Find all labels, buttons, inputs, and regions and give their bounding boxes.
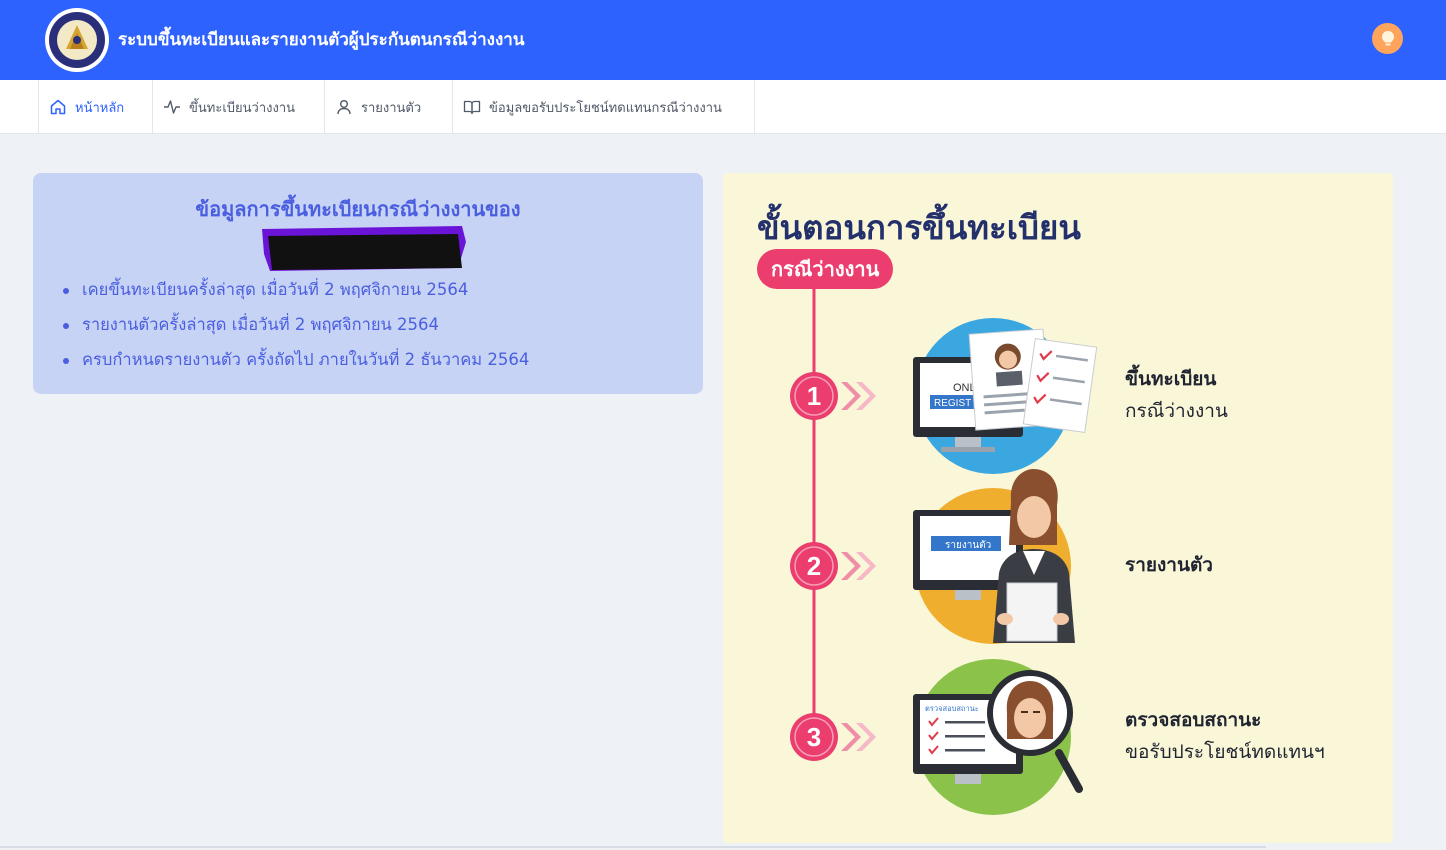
step-2-label: รายงานตัว (1125, 549, 1213, 581)
tab-report[interactable]: รายงานตัว (324, 80, 453, 134)
tab-benefit-info[interactable]: ข้อมูลขอรับประโยชน์ทดแทนกรณีว่างงาน (452, 80, 755, 134)
step-2-number: 2 (807, 551, 821, 581)
step-2-illustration: รายงานตัว (913, 469, 1075, 644)
step-3-subtitle: ขอรับประโยชน์ทดแทนฯ (1125, 741, 1325, 763)
step-3-number: 3 (807, 722, 821, 752)
step-1-marker: 1 (790, 372, 876, 420)
home-icon (50, 99, 66, 115)
svg-text:ตรวจสอบสถานะ: ตรวจสอบสถานะ (925, 704, 979, 713)
page-bottom-divider (0, 846, 1266, 848)
step-3-label: ตรวจสอบสถานะ ขอรับประโยชน์ทดแทนฯ (1125, 704, 1325, 768)
tab-report-label: รายงานตัว (361, 100, 422, 116)
user-icon (337, 100, 351, 115)
main-nav: หน้าหลัก ขึ้นทะเบียนว่างงาน รายงานตัว ข้… (0, 80, 1446, 134)
step-2-title: รายงานตัว (1125, 554, 1213, 576)
step-1-illustration: ONL REGIST (913, 318, 1098, 474)
info-card-title: ข้อมูลการขึ้นทะเบียนกรณีว่างงานของ (195, 197, 521, 221)
lightbulb-icon[interactable] (1372, 23, 1403, 54)
redacted-name (262, 226, 466, 271)
step-3-marker: 3 (790, 713, 876, 761)
step-2-marker: 2 (790, 542, 876, 590)
tab-benefit-info-label: ข้อมูลขอรับประโยชน์ทดแทนกรณีว่างงาน (489, 100, 722, 116)
step-1-title: ขึ้นทะเบียน (1125, 368, 1217, 390)
registration-steps-infographic: ขั้นตอนการขึ้นทะเบียน กรณีว่างงาน 1 ONL … (723, 173, 1393, 843)
next-report-due-date: ครบกำหนดรายงานตัว ครั้งถัดไป ภายในวันที่… (63, 347, 529, 382)
tab-home[interactable]: หน้าหลัก (38, 80, 153, 134)
activity-icon (164, 100, 180, 114)
step-1-label: ขึ้นทะเบียน กรณีว่างงาน (1125, 363, 1228, 427)
last-registration-date: เคยขึ้นทะเบียนครั้งล่าสุด เมื่อวันที่ 2 … (63, 277, 529, 312)
svg-text:รายงานตัว: รายงานตัว (945, 540, 991, 551)
tab-home-label: หน้าหลัก (75, 100, 125, 116)
app-title: ระบบขึ้นทะเบียนและรายงานตัวผู้ประกันตนกร… (118, 30, 525, 50)
info-list: เคยขึ้นทะเบียนครั้งล่าสุด เมื่อวันที่ 2 … (63, 277, 529, 382)
tab-register[interactable]: ขึ้นทะเบียนว่างงาน (152, 80, 325, 134)
svg-text:REGIST: REGIST (934, 398, 971, 409)
step-3-title: ตรวจสอบสถานะ (1125, 709, 1262, 731)
registration-info-card: ข้อมูลการขึ้นทะเบียนกรณีว่างงานของ เคยขึ… (33, 173, 703, 394)
step-1-number: 1 (807, 381, 821, 411)
step-3-illustration: ตรวจสอบสถานะ (913, 659, 1083, 815)
last-report-date: รายงานตัวครั้งล่าสุด เมื่อวันที่ 2 พฤศจิ… (63, 312, 529, 347)
app-header: ระบบขึ้นทะเบียนและรายงานตัวผู้ประกันตนกร… (0, 0, 1446, 80)
tab-register-label: ขึ้นทะเบียนว่างงาน (189, 100, 296, 116)
step-1-subtitle: กรณีว่างงาน (1125, 400, 1228, 422)
book-icon (463, 100, 481, 115)
department-seal-logo[interactable] (44, 7, 110, 73)
